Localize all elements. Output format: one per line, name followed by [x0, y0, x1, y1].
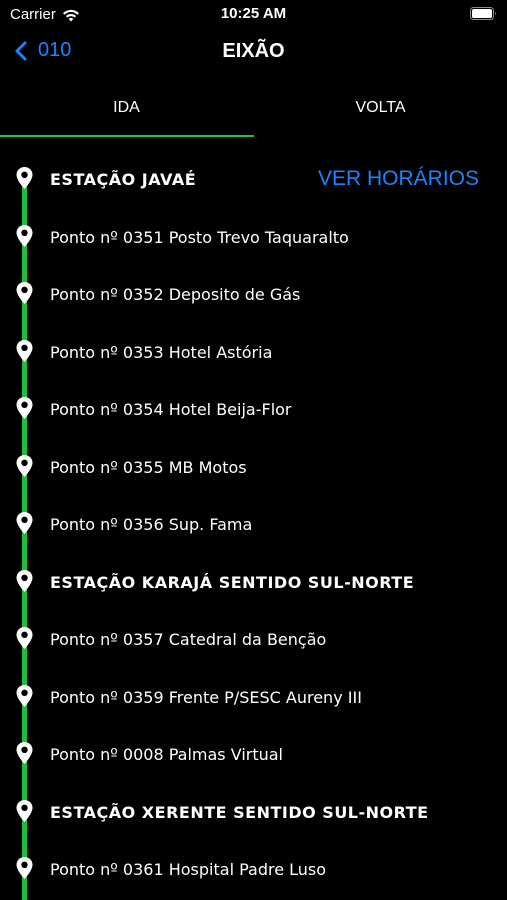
stop-row[interactable]: Ponto nº 0008 Palmas Virtual — [0, 725, 507, 782]
map-pin-icon — [15, 856, 34, 880]
stop-name: Ponto nº 0008 Palmas Virtual — [50, 745, 283, 764]
map-pin-icon — [15, 626, 34, 650]
view-schedule-button[interactable]: VER HORÁRIOS — [318, 167, 479, 191]
stop-row[interactable]: Ponto nº 0351 Posto Trevo Taquaralto — [0, 208, 507, 265]
map-pin-icon — [15, 511, 34, 535]
station-name: ESTAÇÃO XERENTE SENTIDO SUL-NORTE — [50, 802, 429, 822]
tab-volta[interactable]: VOLTA — [254, 90, 507, 136]
map-pin-icon — [15, 741, 34, 765]
map-pin-icon — [15, 281, 34, 305]
battery-icon — [470, 7, 496, 20]
direction-tabs: IDA VOLTA — [0, 90, 507, 138]
status-bar: Carrier 10:25 AM — [0, 0, 507, 30]
map-pin-icon — [15, 166, 34, 190]
stop-row[interactable]: Ponto nº 0355 MB Motos — [0, 438, 507, 495]
stop-row[interactable]: Ponto nº 0354 Hotel Beija-Flor — [0, 380, 507, 437]
station-name: ESTAÇÃO KARAJÁ SENTIDO SUL-NORTE — [50, 572, 415, 592]
stop-name: Ponto nº 0351 Posto Trevo Taquaralto — [50, 227, 349, 247]
stop-name: Ponto nº 0359 Frente P/SESC Aureny III — [50, 687, 362, 707]
page-title: EIXÃO — [222, 40, 285, 62]
stop-row[interactable]: Ponto nº 0359 Frente P/SESC Aureny III — [0, 668, 507, 725]
active-tab-indicator — [0, 135, 254, 137]
map-pin-icon — [15, 799, 34, 823]
stop-name: Ponto nº 0361 Hospital Padre Luso — [50, 860, 327, 879]
map-pin-icon — [15, 224, 34, 248]
map-pin-icon — [15, 454, 34, 478]
map-pin-icon — [15, 569, 34, 593]
stop-row[interactable]: Ponto nº 0361 Hospital Padre Luso — [0, 840, 507, 897]
stops-list[interactable]: ESTAÇÃO JAVAÉ Ponto nº 0351 Posto Trevo T… — [0, 150, 507, 900]
status-clock: 10:25 AM — [220, 5, 287, 22]
station-name: ESTAÇÃO JAVAÉ — [50, 170, 197, 189]
stop-row[interactable]: Ponto nº 0356 Sup. Fama — [0, 495, 507, 552]
map-pin-icon — [15, 684, 34, 708]
tab-ida[interactable]: IDA — [0, 90, 253, 136]
map-pin-icon — [15, 396, 34, 420]
stop-name: Ponto nº 0356 Sup. Fama — [50, 515, 253, 534]
stop-name: Ponto nº 0353 Hotel Astória — [50, 342, 273, 362]
stop-row[interactable]: Ponto nº 0353 Hotel Astória — [0, 323, 507, 380]
stop-row[interactable]: Ponto nº 0352 Deposito de Gás — [0, 265, 507, 322]
navigation-bar: 010 EIXÃO — [0, 30, 507, 74]
stop-name: Ponto nº 0352 Deposito de Gás — [50, 285, 301, 304]
stop-row[interactable]: Ponto nº 0357 Catedral da Benção — [0, 610, 507, 667]
station-row[interactable]: ESTAÇÃO KARAJÁ SENTIDO SUL-NORTE — [0, 553, 507, 610]
stop-name: Ponto nº 0357 Catedral da Benção — [50, 630, 327, 649]
station-row[interactable]: ESTAÇÃO XERENTE SENTIDO SUL-NORTE — [0, 783, 507, 840]
stop-name: Ponto nº 0354 Hotel Beija-Flor — [50, 400, 292, 419]
stop-name: Ponto nº 0355 MB Motos — [50, 457, 247, 477]
map-pin-icon — [15, 339, 34, 363]
